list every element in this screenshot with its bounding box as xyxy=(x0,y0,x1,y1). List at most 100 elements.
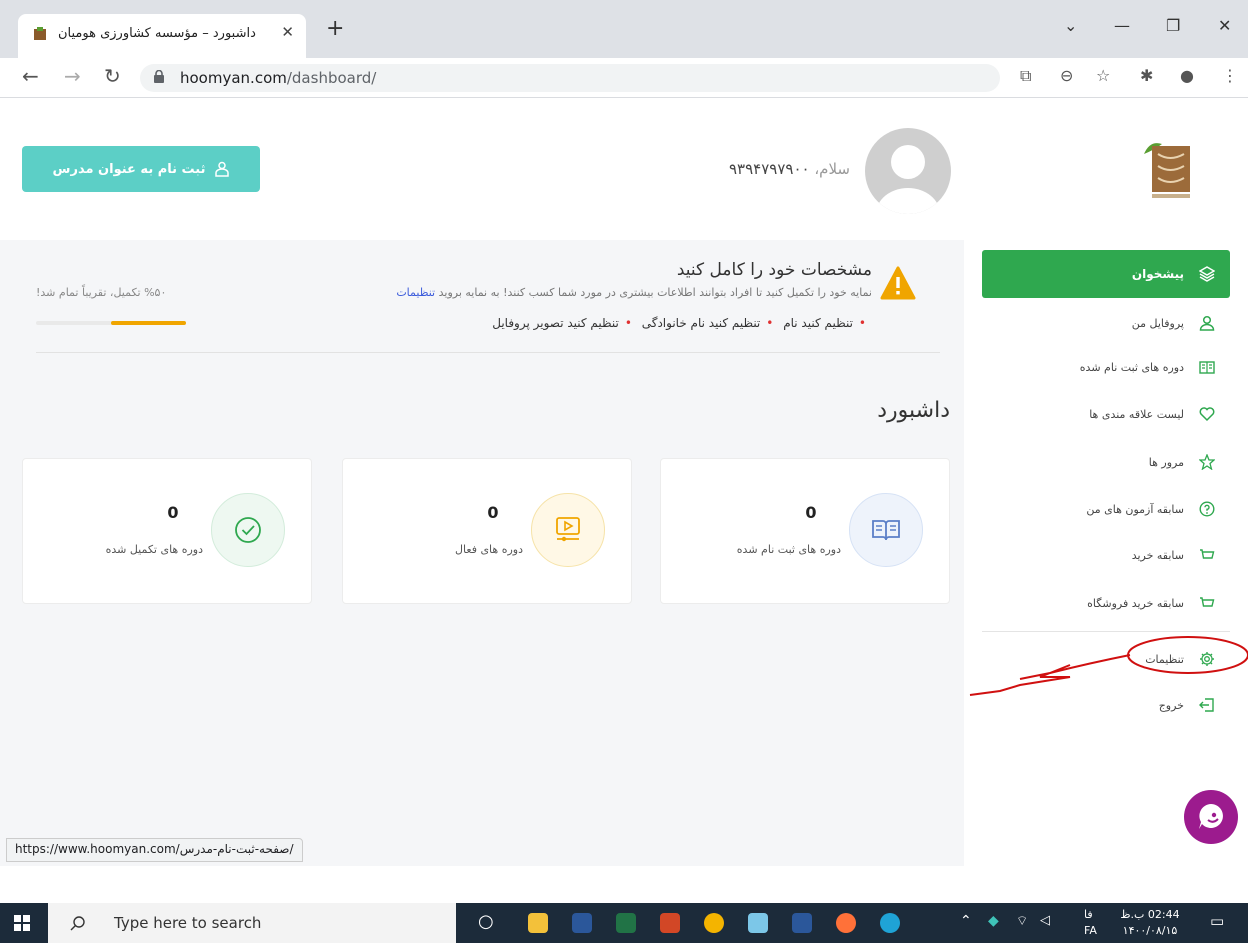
book-icon xyxy=(872,520,900,541)
profile-icon[interactable]: ● xyxy=(1180,66,1194,85)
sidebar-item-reviews[interactable]: مرور ها xyxy=(982,447,1230,477)
hoomyan-logo[interactable] xyxy=(1140,132,1198,202)
browser-tab[interactable]: داشبورد – مؤسسه کشاورزی هومیان ✕ xyxy=(18,14,306,58)
window-close-icon[interactable]: ✕ xyxy=(1218,16,1231,35)
language-indicator-fa[interactable]: فا xyxy=(1084,908,1093,921)
alert-description: نمایه خود را تکمیل کنید تا افراد بتوانند… xyxy=(396,286,872,299)
tab-title: داشبورد – مؤسسه کشاورزی هومیان xyxy=(58,26,256,41)
url-text: hoomyan.com/dashboard/ xyxy=(180,69,377,87)
main-content: ثبت نام به عنوان مدرس سلام، ۹۳۹۴۷۹۷۹۰۰ م… xyxy=(0,98,964,866)
stat-value: 0 xyxy=(487,503,499,522)
windows-start-icon[interactable] xyxy=(14,915,30,931)
browser-tab-bar: داشبورد – مؤسسه کشاورزی هومیان ✕ + ⌄ — ❐… xyxy=(0,0,1248,58)
sidebar-item-dashboard[interactable]: پیشخوان xyxy=(982,250,1230,298)
profile-completion-alert: مشخصات خود را کامل کنید نمایه خود را تکم… xyxy=(22,248,940,356)
forward-icon[interactable]: → xyxy=(64,64,81,88)
stat-icon-circle xyxy=(531,493,605,567)
sidebar-item-label: دوره های ثبت نام شده xyxy=(1079,360,1184,374)
powerpoint-icon[interactable] xyxy=(660,913,680,933)
layers-icon xyxy=(1198,265,1216,283)
tab-search-icon[interactable]: ⌄ xyxy=(1064,16,1077,35)
zoom-icon[interactable]: ⊖ xyxy=(1060,66,1073,85)
chat-widget-button[interactable] xyxy=(1184,790,1238,844)
missing-field-item: تنظیم کنید تصویر پروفایل xyxy=(492,316,619,330)
sidebar: پیشخوان پروفایل من دوره های ثبت نام شده … xyxy=(964,98,1248,866)
alert-title: مشخصات خود را کامل کنید xyxy=(676,260,872,280)
user-name: ۹۳۹۴۷۹۷۹۰۰ xyxy=(728,160,810,178)
status-bar-url: https://www.hoomyan.com/صفحه-ثبت-نام-مدر… xyxy=(6,838,303,862)
visio-icon[interactable] xyxy=(792,913,812,933)
register-teacher-button[interactable]: ثبت نام به عنوان مدرس xyxy=(22,146,260,192)
new-tab-icon[interactable]: + xyxy=(326,16,344,41)
cart-icon xyxy=(1198,594,1216,612)
star-icon xyxy=(1198,453,1216,471)
clock-date[interactable]: ۱۴۰۰/۰۸/۱۵ xyxy=(1120,924,1180,937)
question-icon xyxy=(1198,500,1216,518)
stat-value: 0 xyxy=(805,503,817,522)
sidebar-item-quiz-history[interactable]: سابقه آزمون های من xyxy=(982,494,1230,524)
excel-icon[interactable] xyxy=(616,913,636,933)
firefox-icon[interactable] xyxy=(836,913,856,933)
translate-icon[interactable]: ⧉ xyxy=(1020,66,1031,86)
sidebar-item-label: پروفایل من xyxy=(1131,316,1184,330)
back-icon[interactable]: ← xyxy=(22,64,39,88)
check-circle-icon xyxy=(235,517,261,543)
edge-icon[interactable] xyxy=(880,913,900,933)
sidebar-item-store-history[interactable]: سابقه خرید فروشگاه xyxy=(982,588,1230,618)
teacher-icon xyxy=(214,161,229,177)
sidebar-divider xyxy=(982,631,1230,632)
greeting: سلام، ۹۳۹۴۷۹۷۹۰۰ xyxy=(728,160,850,178)
tray-overflow-icon[interactable]: ⌃ xyxy=(960,913,972,929)
volume-icon[interactable]: ◁ xyxy=(1040,913,1050,928)
bookmark-star-icon[interactable]: ☆ xyxy=(1096,66,1110,85)
network-icon[interactable]: ◆ xyxy=(988,913,999,929)
missing-field-item: تنظیم کنید نام خانوادگی xyxy=(641,316,761,330)
language-indicator-en[interactable]: FA xyxy=(1084,924,1097,937)
wifi-icon[interactable]: ⌔ xyxy=(1016,913,1028,929)
paint-icon[interactable] xyxy=(748,913,768,933)
stat-value: 0 xyxy=(167,503,179,522)
search-icon xyxy=(70,916,85,931)
site-favicon-icon xyxy=(34,27,46,40)
sidebar-item-label: مرور ها xyxy=(1148,455,1184,469)
sidebar-item-wishlist[interactable]: لیست علاقه مندی ها xyxy=(982,399,1230,429)
extensions-icon[interactable]: ✱ xyxy=(1140,66,1153,85)
lock-icon xyxy=(154,70,164,83)
warning-icon xyxy=(880,266,916,300)
windows-taskbar: Type here to search ○ ⌃ ◆ ⌔ ◁ فا FA 02:4… xyxy=(0,903,1248,943)
chat-icon xyxy=(1199,804,1223,829)
stat-card-completed: 0 دوره های تکمیل شده xyxy=(22,458,312,604)
reload-icon[interactable]: ↻ xyxy=(104,64,121,88)
sidebar-item-enrolled-courses[interactable]: دوره های ثبت نام شده xyxy=(982,352,1230,382)
page: ثبت نام به عنوان مدرس سلام، ۹۳۹۴۷۹۷۹۰۰ م… xyxy=(0,98,1248,866)
search-placeholder: Type here to search xyxy=(114,914,262,932)
file-explorer-icon[interactable] xyxy=(528,913,548,933)
missing-fields-list: •تنظیم کنید نام •تنظیم کنید نام خانوادگی… xyxy=(492,316,866,330)
browser-toolbar: ← → ↻ hoomyan.com/dashboard/ ⧉ ⊖ ☆ ✱ ● ⋮ xyxy=(0,58,1248,98)
chrome-icon[interactable] xyxy=(704,913,724,933)
notifications-icon[interactable]: ▭ xyxy=(1210,912,1224,930)
user-icon xyxy=(1198,314,1216,332)
sidebar-item-label: سابقه خرید xyxy=(1131,548,1184,562)
stat-card-enrolled: 0 دوره های ثبت نام شده xyxy=(660,458,950,604)
tab-close-icon[interactable]: ✕ xyxy=(281,23,294,41)
sidebar-item-label: سابقه آزمون های من xyxy=(1086,502,1184,516)
menu-icon[interactable]: ⋮ xyxy=(1222,66,1238,85)
address-bar[interactable]: hoomyan.com/dashboard/ xyxy=(140,64,1000,92)
sidebar-item-label: لیست علاقه مندی ها xyxy=(1089,407,1184,421)
minimize-icon[interactable]: — xyxy=(1114,16,1130,35)
stat-icon-circle xyxy=(211,493,285,567)
restore-icon[interactable]: ❐ xyxy=(1166,16,1180,35)
sidebar-item-profile[interactable]: پروفایل من xyxy=(982,308,1230,338)
settings-link[interactable]: تنظیمات xyxy=(396,286,435,299)
avatar[interactable] xyxy=(865,128,951,214)
progress-label: %۵۰ تکمیل، تقریباً تمام شد! xyxy=(36,286,167,299)
clock-time[interactable]: 02:44 ب.ظ xyxy=(1120,908,1180,921)
task-view-icon[interactable]: ○ xyxy=(478,911,494,932)
user-avatar-icon xyxy=(876,145,940,214)
sidebar-item-purchase-history[interactable]: سابقه خرید xyxy=(982,540,1230,570)
taskbar-search-box[interactable]: Type here to search xyxy=(48,903,456,943)
cart-icon xyxy=(1198,546,1216,564)
word-icon[interactable] xyxy=(572,913,592,933)
book-icon xyxy=(1198,358,1216,376)
